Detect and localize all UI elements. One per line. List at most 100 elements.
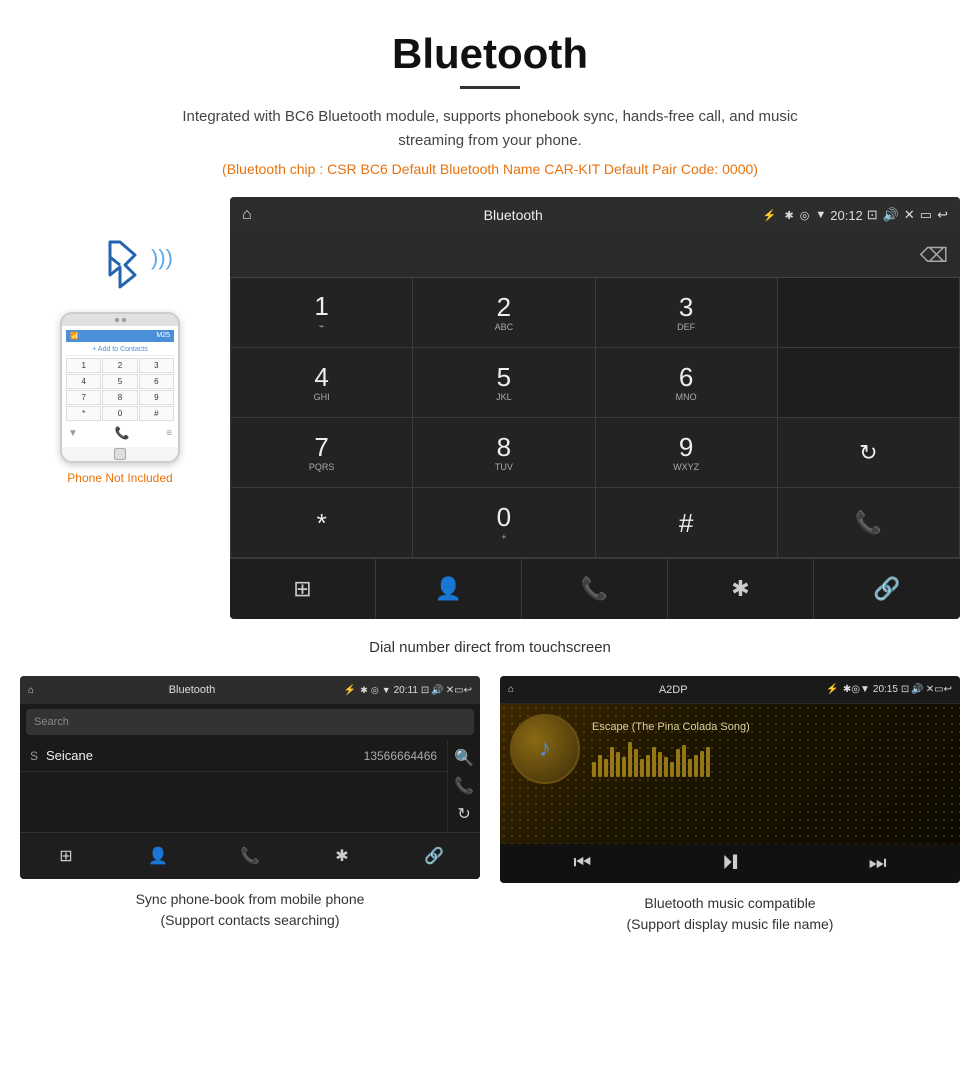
dial-key-5[interactable]: 5 JKL	[413, 348, 595, 418]
home-icon[interactable]: ⌂	[242, 206, 252, 224]
pb-bottom-grid[interactable]: ⊞	[20, 833, 112, 879]
dial-key-star[interactable]: *	[231, 488, 413, 558]
phone-key-0: 0	[102, 406, 137, 421]
bottom-grid-icon[interactable]: ⊞	[230, 559, 376, 619]
signal-waves-icon: )))	[151, 245, 173, 271]
phone-home-button	[114, 448, 126, 460]
backspace-icon[interactable]: ⌫	[920, 243, 948, 268]
back-icon[interactable]: ↩	[937, 207, 948, 223]
pb-cam-icon: ⊡	[421, 685, 429, 696]
caption-dial: Dial number direct from touchscreen	[0, 639, 980, 656]
pb-bottom-person[interactable]: 👤	[112, 833, 204, 879]
pb-loc-icon: ◎	[371, 685, 379, 696]
pb-bottom-phone[interactable]: 📞	[204, 833, 296, 879]
close-icon: ✕	[904, 207, 915, 223]
pb-search-bar: Search	[26, 709, 474, 735]
music-screen: ⌂ A2DP ⚡ ✱ ◎ ▼ 20:15 ⊡ 🔊 ✕ ▭ ↩ ♪	[500, 676, 960, 883]
dial-key-empty-2	[778, 348, 960, 418]
music-song-title: Escape (The Pina Colada Song)	[592, 721, 950, 733]
phone-key-9: 9	[139, 390, 174, 405]
pb-bt-icon: ✱	[360, 685, 368, 696]
bottom-phone-icon[interactable]: 📞	[522, 559, 668, 619]
phone-not-included-label: Phone Not Included	[67, 471, 172, 485]
dial-key-1[interactable]: 1 ⌁	[231, 278, 413, 348]
music-album-art: ♪	[510, 714, 580, 784]
phonebook-screen: ⌂ Bluetooth ⚡ ✱ ◎ ▼ 20:11 ⊡ 🔊 ✕ ▭ ↩ Sear…	[20, 676, 480, 879]
music-home-icon[interactable]: ⌂	[508, 684, 514, 695]
phone-speaker	[115, 318, 119, 322]
phone-key-2: 2	[102, 358, 137, 373]
dial-key-empty-1	[778, 278, 960, 348]
phone-camera	[122, 318, 126, 322]
dial-key-8[interactable]: 8 TUV	[413, 418, 595, 488]
bluetooth-info: (Bluetooth chip : CSR BC6 Default Blueto…	[0, 161, 980, 177]
pb-contact-number: 13566664466	[364, 749, 437, 763]
music-win-icon: ▭	[934, 684, 943, 695]
dial-key-reload[interactable]: ↻	[778, 418, 960, 488]
dial-key-4[interactable]: 4 GHI	[231, 348, 413, 418]
main-section: ))) 📶 M25 + Add to Contacts 1 2 3 4 5	[0, 197, 980, 619]
pb-reload-icon[interactable]: ↻	[457, 804, 470, 824]
music-prev-icon[interactable]: ⏮	[573, 852, 591, 875]
pb-home-icon[interactable]: ⌂	[28, 685, 34, 696]
music-main-area: ♪ Escape (The Pina Colada Song)	[500, 704, 960, 844]
music-note-icon: ♪	[539, 735, 551, 763]
pb-back-icon[interactable]: ↩	[464, 685, 472, 696]
dial-key-2[interactable]: 2 ABC	[413, 278, 595, 348]
pb-status-icons: ✱ ◎ ▼	[360, 685, 390, 696]
phone-key-1: 1	[66, 358, 101, 373]
music-panel: ⌂ A2DP ⚡ ✱ ◎ ▼ 20:15 ⊡ 🔊 ✕ ▭ ↩ ♪	[500, 676, 960, 935]
phone-area: ))) 📶 M25 + Add to Contacts 1 2 3 4 5	[20, 197, 220, 485]
pb-time: 20:11	[394, 685, 418, 696]
phone-mockup: 📶 M25 + Add to Contacts 1 2 3 4 5 6 7 8 …	[60, 312, 180, 463]
dial-key-7[interactable]: 7 PQRS	[231, 418, 413, 488]
dial-key-6[interactable]: 6 MNO	[596, 348, 778, 418]
dial-key-0[interactable]: 0 +	[413, 488, 595, 558]
pb-phone-side-icon[interactable]: 📞	[454, 776, 474, 796]
location-icon: ◎	[800, 209, 810, 222]
window-icon: ▭	[920, 207, 932, 223]
pb-bottom-link[interactable]: 🔗	[388, 833, 480, 879]
phone-add-contact: + Add to Contacts	[66, 344, 174, 356]
bluetooth-symbol-icon	[95, 237, 145, 297]
bottom-bluetooth-icon[interactable]: ✱	[668, 559, 814, 619]
music-play-pause-icon[interactable]: ⏵❙	[722, 852, 738, 875]
pb-spk-icon: 🔊	[431, 685, 443, 696]
music-time: 20:15	[873, 684, 898, 695]
bottom-link-icon[interactable]: 🔗	[814, 559, 960, 619]
music-content: ♪ Escape (The Pina Colada Song)	[510, 714, 950, 784]
dial-key-3[interactable]: 3 DEF	[596, 278, 778, 348]
music-next-icon[interactable]: ⏭	[869, 852, 887, 875]
phone-key-star: *	[66, 406, 101, 421]
pb-bottom-nav: ⊞ 👤 📞 ✱ 🔗	[20, 832, 480, 879]
camera-icon: ⊡	[867, 207, 878, 223]
phone-call-icon: 📞	[115, 426, 130, 440]
dial-key-9[interactable]: 9 WXYZ	[596, 418, 778, 488]
bottom-person-icon[interactable]: 👤	[376, 559, 522, 619]
music-sig-icon: ▼	[860, 684, 870, 695]
speaker-icon: 🔊	[883, 207, 899, 223]
pb-search-icon[interactable]: 🔍	[454, 748, 474, 768]
music-loc-icon: ◎	[851, 684, 860, 695]
status-time: 20:12	[830, 208, 863, 223]
phone-dialpad: 1 2 3 4 5 6 7 8 9 * 0 #	[66, 358, 174, 421]
dial-key-green-call[interactable]: 📞	[778, 488, 960, 558]
phone-top-bar	[62, 314, 178, 326]
dial-key-hash[interactable]: #	[596, 488, 778, 558]
music-statusbar: ⌂ A2DP ⚡ ✱ ◎ ▼ 20:15 ⊡ 🔊 ✕ ▭ ↩	[500, 676, 960, 704]
pb-caption: Sync phone-book from mobile phone (Suppo…	[136, 889, 365, 931]
page-title: Bluetooth	[0, 0, 980, 86]
car-dialpad-screen: ⌂ Bluetooth ⚡ ✱ ◎ ▼ 20:12 ⊡ 🔊 ✕ ▭ ↩ ⌫	[230, 197, 960, 619]
pb-usb-icon: ⚡	[344, 685, 356, 696]
phone-key-5: 5	[102, 374, 137, 389]
bluetooth-icon-area: )))	[95, 237, 145, 302]
music-caption: Bluetooth music compatible (Support disp…	[627, 893, 834, 935]
pb-search-placeholder[interactable]: Search	[34, 716, 69, 728]
phonebook-panel: ⌂ Bluetooth ⚡ ✱ ◎ ▼ 20:11 ⊡ 🔊 ✕ ▭ ↩ Sear…	[20, 676, 480, 935]
music-back-icon[interactable]: ↩	[944, 684, 952, 695]
bottom-panels: ⌂ Bluetooth ⚡ ✱ ◎ ▼ 20:11 ⊡ 🔊 ✕ ▭ ↩ Sear…	[0, 676, 980, 965]
phone-key-3: 3	[139, 358, 174, 373]
car-statusbar: ⌂ Bluetooth ⚡ ✱ ◎ ▼ 20:12 ⊡ 🔊 ✕ ▭ ↩	[230, 197, 960, 233]
music-cam-icon: ⊡	[901, 684, 909, 695]
pb-bottom-bt[interactable]: ✱	[296, 833, 388, 879]
